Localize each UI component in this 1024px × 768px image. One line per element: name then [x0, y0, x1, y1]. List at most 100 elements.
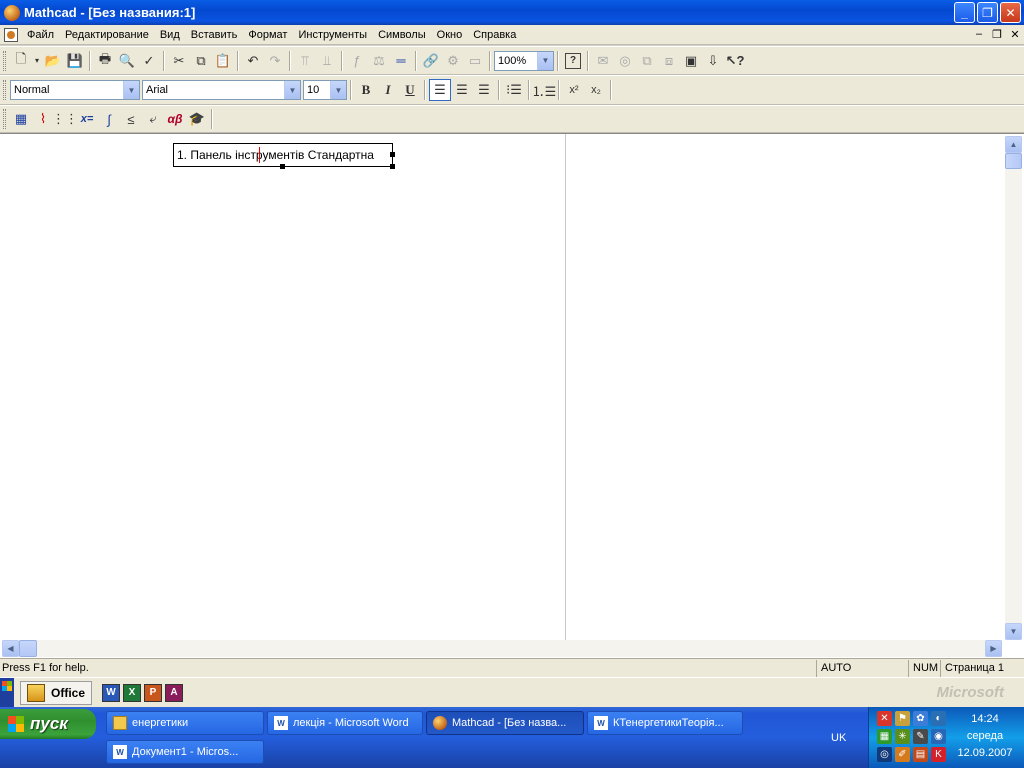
- close-button[interactable]: ✕: [1000, 2, 1021, 23]
- vertical-scroll-thumb[interactable]: [1005, 153, 1022, 169]
- tray-globe-icon[interactable]: ◉: [931, 729, 946, 744]
- resize-handle-corner[interactable]: [390, 164, 395, 169]
- align-top-icon[interactable]: ⫪: [294, 50, 316, 72]
- doc-close-icon[interactable]: ✕: [1006, 28, 1024, 41]
- tray-app-icon[interactable]: ◐: [931, 711, 946, 726]
- chevron-down-icon[interactable]: ▼: [537, 51, 553, 70]
- chevron-down-icon[interactable]: ▼: [284, 81, 300, 99]
- scroll-down-icon[interactable]: ▼: [1005, 623, 1022, 640]
- word-shortcut-icon[interactable]: W: [102, 683, 121, 702]
- taskbar-button-document1-word[interactable]: W Документ1 - Micros...: [106, 740, 264, 764]
- insert-component-icon[interactable]: ⚙: [442, 50, 464, 72]
- align-center-icon[interactable]: ☰: [451, 79, 473, 101]
- superscript-icon[interactable]: x²: [563, 79, 585, 101]
- insert-hyperlink-icon[interactable]: 🔗: [420, 50, 442, 72]
- tray-pencil-icon[interactable]: ✐: [895, 747, 910, 762]
- font-select[interactable]: Arial ▼: [142, 80, 301, 100]
- taskbar-button-lecture-word[interactable]: W лекція - Microsoft Word: [267, 711, 423, 735]
- tray-grid-icon[interactable]: ▦: [877, 729, 892, 744]
- tray-tool-icon[interactable]: ✎: [913, 729, 928, 744]
- access-shortcut-icon[interactable]: A: [165, 683, 184, 702]
- menu-edit[interactable]: Редактирование: [60, 25, 155, 45]
- context-help-icon[interactable]: ↖?: [724, 50, 746, 72]
- boolean-icon[interactable]: ≤: [120, 108, 142, 130]
- sync-icon[interactable]: ✿: [913, 711, 928, 726]
- numbered-list-icon[interactable]: ⒈☰: [532, 79, 557, 101]
- symbolic-icon[interactable]: 🎓: [186, 108, 208, 130]
- menu-help[interactable]: Справка: [468, 25, 522, 45]
- calculator-icon[interactable]: ▦: [10, 108, 32, 130]
- powerpoint-shortcut-icon[interactable]: P: [144, 683, 163, 702]
- open-folder-icon[interactable]: 📂: [42, 50, 64, 72]
- taskbar-button-mathcad[interactable]: Mathcad - [Без назва...: [426, 711, 584, 735]
- bold-icon[interactable]: B: [355, 79, 377, 101]
- tray-media-icon[interactable]: ◎: [877, 747, 892, 762]
- font-size-select[interactable]: 10 ▼: [303, 80, 347, 100]
- align-down-icon[interactable]: ⫫: [316, 50, 338, 72]
- excel-shortcut-icon[interactable]: X: [123, 683, 142, 702]
- insert-unit-icon[interactable]: ⚖: [368, 50, 390, 72]
- bullet-list-icon[interactable]: ⁝☰: [503, 79, 525, 101]
- network-icon[interactable]: ⧈: [658, 50, 680, 72]
- greek-icon[interactable]: αβ: [164, 108, 186, 130]
- text-region[interactable]: 1. Панель інструментів Стандартна: [173, 143, 395, 169]
- language-indicator[interactable]: UK: [831, 732, 846, 744]
- help-icon[interactable]: ?: [565, 52, 581, 69]
- mathcad-app-icon[interactable]: [4, 4, 20, 21]
- video-icon[interactable]: ▣: [680, 50, 702, 72]
- redo-icon[interactable]: ↷: [264, 50, 286, 72]
- align-left-icon[interactable]: ☰: [429, 79, 451, 101]
- chevron-down-icon[interactable]: ▼: [123, 81, 139, 99]
- menu-symbolics[interactable]: Символы: [373, 25, 432, 45]
- print-preview-icon[interactable]: 🔍: [116, 50, 138, 72]
- office-bar-handle[interactable]: [0, 677, 14, 708]
- evaluation-icon[interactable]: x=: [76, 108, 98, 130]
- underline-icon[interactable]: U: [399, 79, 421, 101]
- tray-asterisk-icon[interactable]: ✳: [895, 729, 910, 744]
- clock[interactable]: 14:24 середа 12.09.2007: [949, 711, 1021, 762]
- save-icon[interactable]: 💾: [64, 50, 86, 72]
- toolbar-grip[interactable]: [3, 80, 6, 100]
- web-icon[interactable]: ◎: [614, 50, 636, 72]
- new-document-icon[interactable]: 🗋: [10, 50, 32, 72]
- menu-format[interactable]: Формат: [243, 25, 293, 45]
- print-icon[interactable]: 🖶: [94, 50, 116, 72]
- style-select[interactable]: Normal ▼: [10, 80, 140, 100]
- insert-function-icon[interactable]: ƒ: [346, 50, 368, 72]
- vertical-scrollbar[interactable]: ▲ ▼: [1005, 136, 1022, 640]
- zoom-select[interactable]: 100% ▼: [494, 50, 554, 71]
- spell-check-icon[interactable]: ✓: [138, 50, 160, 72]
- doc-restore-icon[interactable]: ❐: [988, 28, 1006, 41]
- resize-handle-right[interactable]: [390, 152, 395, 157]
- minimize-button[interactable]: _: [954, 2, 975, 23]
- programming-icon[interactable]: ⤶: [142, 108, 164, 130]
- copy-icon[interactable]: ⧉: [190, 50, 212, 72]
- doc-minimize-icon[interactable]: –: [970, 28, 988, 41]
- calculate-icon[interactable]: ═: [390, 50, 412, 72]
- horizontal-scrollbar[interactable]: ◀ ▶: [2, 640, 1002, 657]
- menu-view[interactable]: Вид: [155, 25, 186, 45]
- matrix-icon[interactable]: ⋮⋮: [52, 108, 78, 130]
- new-dropdown-icon[interactable]: ▾: [32, 50, 42, 72]
- mail-icon[interactable]: ✉: [592, 50, 614, 72]
- scroll-right-icon[interactable]: ▶: [985, 640, 1002, 657]
- menu-insert[interactable]: Вставить: [186, 25, 244, 45]
- scroll-up-icon[interactable]: ▲: [1005, 136, 1022, 153]
- tray-k-icon[interactable]: K: [931, 747, 946, 762]
- subscript-icon[interactable]: x₂: [585, 79, 607, 101]
- menu-tools[interactable]: Инструменты: [293, 25, 373, 45]
- graph-icon[interactable]: ⌇: [32, 108, 54, 130]
- resource-center-icon[interactable]: ▭: [464, 50, 486, 72]
- menu-file[interactable]: Файл: [22, 25, 60, 45]
- toolbar-grip[interactable]: [3, 50, 6, 71]
- resize-handle-bottom[interactable]: [280, 164, 285, 169]
- undo-icon[interactable]: ↶: [242, 50, 264, 72]
- restore-button[interactable]: ❐: [977, 2, 998, 23]
- calculus-icon[interactable]: ∫: [98, 108, 120, 130]
- start-button[interactable]: пуск: [0, 709, 96, 739]
- document-icon[interactable]: [4, 27, 18, 42]
- toolbar-grip[interactable]: [3, 109, 6, 129]
- download-icon[interactable]: ⇩: [702, 50, 724, 72]
- office-button[interactable]: Office: [20, 680, 93, 705]
- italic-icon[interactable]: I: [377, 79, 399, 101]
